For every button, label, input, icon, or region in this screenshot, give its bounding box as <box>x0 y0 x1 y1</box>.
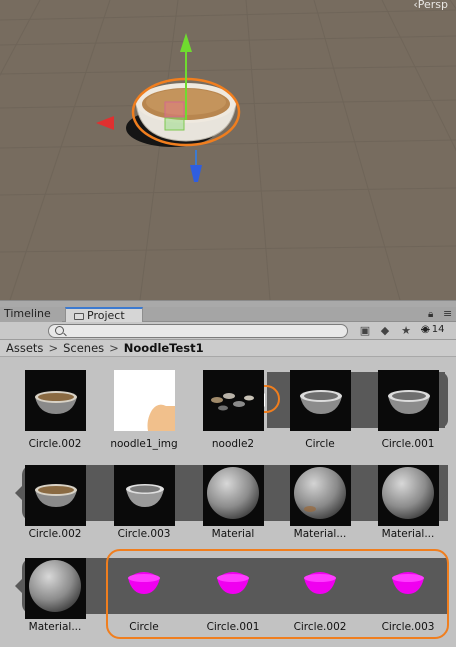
breadcrumb-separator: > <box>48 341 59 355</box>
asset-label: Material... <box>293 528 347 540</box>
ground-grid <box>0 0 456 300</box>
model-thumbnail <box>203 370 264 431</box>
search-icon <box>55 326 64 335</box>
scene-viewport[interactable] <box>0 0 456 300</box>
breadcrumb-assets[interactable]: Assets <box>6 341 43 355</box>
asset-item[interactable]: Circle.002 <box>11 465 99 551</box>
hidden-count-badge[interactable]: ◉ 14 <box>421 324 444 335</box>
asset-label: noodle1_img <box>110 438 178 450</box>
asset-grid[interactable]: Circle.002 noodle1_img noodle2 Circle Ci… <box>0 358 456 647</box>
asset-label: Circle.003 <box>117 528 171 540</box>
lock-icon[interactable]: 🔒︎ <box>428 309 433 320</box>
create-icon[interactable]: ▣ <box>356 324 374 338</box>
asset-item[interactable]: Material... <box>11 558 99 644</box>
folder-icon <box>74 313 84 320</box>
asset-item[interactable]: noodle2 <box>189 370 277 456</box>
eye-icon[interactable] <box>402 324 422 338</box>
x-axis-arrow-handle[interactable] <box>96 116 114 130</box>
breadcrumb-current[interactable]: NoodleTest1 <box>124 341 204 355</box>
breadcrumb: Assets > Scenes > NoodleTest1 <box>0 340 456 357</box>
asset-item[interactable]: noodle1_img <box>100 370 188 456</box>
tab-timeline-label: Timeline <box>4 307 51 320</box>
asset-item[interactable]: Material <box>189 465 277 551</box>
asset-item[interactable]: Circle.003 <box>100 465 188 551</box>
project-toolbar: ▣ ◆ ★ ◉ 14 <box>0 322 456 340</box>
asset-label: Circle.002 <box>28 438 82 450</box>
mesh-thumbnail <box>378 370 439 431</box>
search-input[interactable] <box>48 324 348 338</box>
tab-bar: Timeline Project 🔒︎ ≡ <box>0 307 456 322</box>
asset-label: Circle <box>305 438 335 450</box>
highlight-missing-materials <box>106 549 449 639</box>
asset-label: Circle.002 <box>28 528 82 540</box>
pivot-plane-xz[interactable] <box>164 117 185 131</box>
camera-mode-label[interactable]: ‹Persp <box>413 0 448 11</box>
mesh-thumbnail <box>290 370 351 431</box>
pivot-plane-xy[interactable] <box>164 101 185 118</box>
texture-thumbnail <box>114 370 175 431</box>
breadcrumb-scenes[interactable]: Scenes <box>63 341 104 355</box>
scene-view[interactable]: ‹Persp <box>0 0 456 300</box>
mesh-thumbnail <box>114 465 175 526</box>
tab-project-label: Project <box>87 309 125 322</box>
material-thumbnail <box>203 465 264 526</box>
y-axis-arrow-handle[interactable] <box>180 33 192 52</box>
label-icon[interactable]: ◆ <box>376 324 394 338</box>
asset-label: noodle2 <box>211 438 255 450</box>
hidden-count: 14 <box>431 324 445 335</box>
tab-timeline[interactable]: Timeline <box>0 307 62 322</box>
material-thumbnail <box>378 465 439 526</box>
asset-label: Material... <box>28 621 82 633</box>
asset-item[interactable]: Circle <box>276 370 364 456</box>
z-axis-arrow-handle[interactable] <box>190 165 202 182</box>
asset-label: Material <box>211 528 255 540</box>
tab-project[interactable]: Project <box>65 307 143 322</box>
asset-item[interactable]: Circle.002 <box>11 370 99 456</box>
material-thumbnail <box>25 558 86 619</box>
eye-slash-icon: ◉ <box>421 324 430 335</box>
asset-label: Material... <box>381 528 435 540</box>
material-thumbnail <box>290 465 351 526</box>
asset-item[interactable]: Circle.001 <box>364 370 452 456</box>
breadcrumb-separator: > <box>109 341 119 355</box>
mesh-thumbnail <box>25 370 86 431</box>
menu-icon[interactable]: ≡ <box>443 307 452 320</box>
asset-label: Circle.001 <box>381 438 435 450</box>
asset-item[interactable]: Material... <box>276 465 364 551</box>
mesh-thumbnail <box>25 465 86 526</box>
asset-item[interactable]: Material... <box>364 465 452 551</box>
